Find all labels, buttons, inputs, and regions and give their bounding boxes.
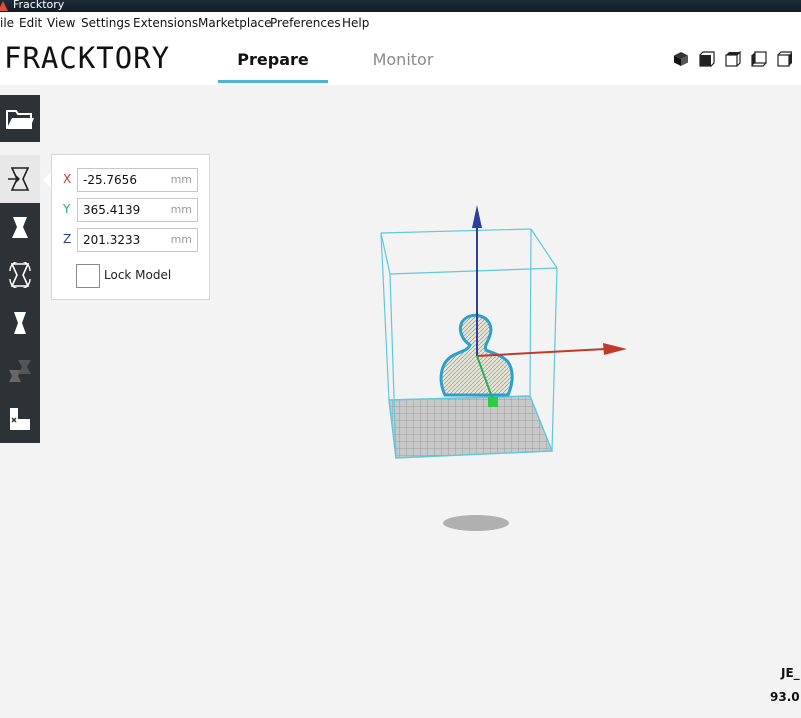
x-axis-label: X xyxy=(63,172,72,186)
rotate-icon xyxy=(9,262,31,288)
y-position-row: Y 365.4139 mm xyxy=(52,198,209,222)
view-left-icon[interactable] xyxy=(751,51,767,67)
support-blocker-button[interactable] xyxy=(0,395,40,443)
mirror-icon xyxy=(14,312,26,334)
view-3d-icon[interactable] xyxy=(673,51,689,67)
window-title: Fracktory xyxy=(13,0,65,11)
folder-icon xyxy=(6,109,34,129)
print-info-text: 93.0 xyxy=(770,690,800,704)
per-model-settings-icon xyxy=(9,360,31,382)
y-position-input[interactable]: 365.4139 mm xyxy=(77,198,198,222)
lock-model-checkbox[interactable] xyxy=(76,264,100,288)
tab-monitor[interactable]: Monitor xyxy=(360,50,446,69)
menu-settings[interactable]: Settings xyxy=(81,12,130,35)
lock-model-label: Lock Model xyxy=(104,268,172,282)
scale-tool-button[interactable] xyxy=(0,203,40,251)
menu-preferences[interactable]: Preferences xyxy=(270,12,341,35)
y-position-value: 365.4139 xyxy=(83,203,141,217)
logo: FRACKTORY xyxy=(4,41,171,75)
job-name-text: JE_ xyxy=(781,666,800,680)
menu-file[interactable]: ile xyxy=(0,12,14,35)
x-unit: mm xyxy=(170,173,192,186)
move-panel: X -25.7656 mm Y 365.4139 mm Z 201.3233 m… xyxy=(51,154,210,300)
y-axis-label: Y xyxy=(63,202,71,216)
scale-icon xyxy=(12,217,28,238)
z-position-input[interactable]: 201.3233 mm xyxy=(77,228,198,252)
menu-marketplace[interactable]: Marketplace xyxy=(198,12,272,35)
build-plate xyxy=(388,395,554,459)
axis-x-arrow[interactable] xyxy=(476,343,627,357)
z-position-row: Z 201.3233 mm xyxy=(52,228,209,252)
header: FRACKTORY Prepare Monitor xyxy=(0,35,801,85)
per-model-settings-button[interactable] xyxy=(0,347,40,395)
x-position-value: -25.7656 xyxy=(83,173,137,187)
menu-edit[interactable]: Edit xyxy=(19,12,42,35)
support-blocker-icon xyxy=(10,408,30,430)
move-icon xyxy=(8,167,30,191)
rotate-tool-button[interactable] xyxy=(0,251,40,299)
tool-sidebar xyxy=(0,155,40,443)
menu-bar: ile Edit View Settings Extensions Market… xyxy=(0,12,801,36)
menu-extensions[interactable]: Extensions xyxy=(133,12,198,35)
title-bar: Fracktory xyxy=(0,0,801,12)
app-icon xyxy=(0,1,8,11)
view-front-icon[interactable] xyxy=(699,51,715,67)
z-axis-label: Z xyxy=(63,232,72,246)
x-position-input[interactable]: -25.7656 mm xyxy=(77,168,198,192)
tab-prepare[interactable]: Prepare xyxy=(218,50,328,69)
z-position-value: 201.3233 xyxy=(83,233,141,247)
mirror-tool-button[interactable] xyxy=(0,299,40,347)
model-shadow xyxy=(443,515,509,531)
y-unit: mm xyxy=(170,203,192,216)
active-tab-indicator xyxy=(218,80,328,83)
view-orientation-toolbar xyxy=(673,51,793,67)
menu-help[interactable]: Help xyxy=(342,12,369,35)
view-right-icon[interactable] xyxy=(777,51,793,67)
view-top-icon[interactable] xyxy=(725,51,741,67)
move-tool-button[interactable] xyxy=(0,155,40,203)
menu-view[interactable]: View xyxy=(47,12,75,35)
open-file-button[interactable] xyxy=(0,95,40,142)
x-position-row: X -25.7656 mm xyxy=(52,168,209,192)
z-unit: mm xyxy=(170,233,192,246)
